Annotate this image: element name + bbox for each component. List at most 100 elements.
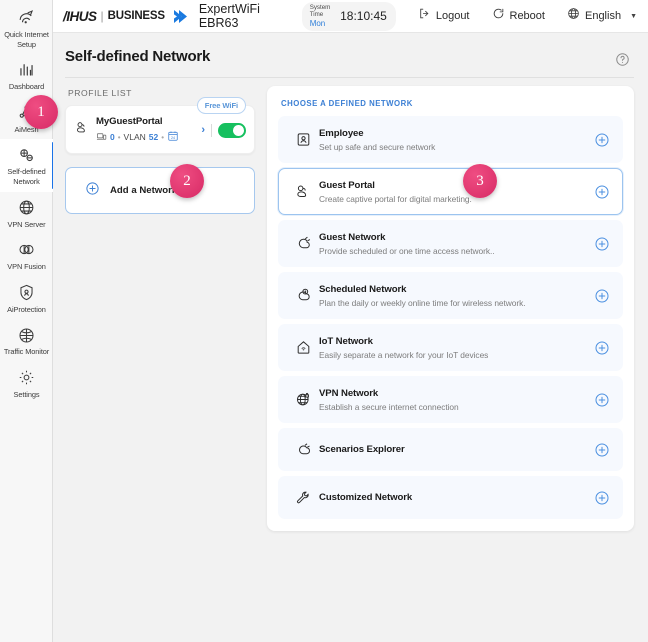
sidebar-item-settings[interactable]: Settings	[0, 362, 53, 405]
sidebar-item-vpn-fusion[interactable]: VPN Fusion	[0, 234, 53, 277]
network-option-employee[interactable]: Employee Set up safe and secure network	[278, 116, 623, 163]
sidebar-item-label: Dashboard	[8, 82, 45, 92]
free-wifi-badge: Free WiFi	[196, 97, 246, 114]
network-option-body: Scheduled Network Plan the daily or week…	[319, 284, 594, 308]
sidebar-item-label: Quick Internet Setup	[4, 30, 49, 49]
language-selector[interactable]: English ▼	[567, 7, 637, 25]
profile-name: MyGuestPortal	[96, 116, 163, 127]
network-option-body: Scenarios Explorer	[319, 444, 594, 455]
network-option-desc: Set up safe and secure network	[319, 141, 436, 152]
guest-portal-icon	[75, 120, 90, 140]
iot-network-icon	[292, 339, 314, 356]
network-option-iot-network[interactable]: IoT Network Easily separate a network fo…	[278, 324, 623, 371]
choose-network-column: CHOOSE A DEFINED NETWORK Employee Set up…	[267, 86, 634, 531]
network-option-title: Customized Network	[319, 492, 413, 503]
reboot-icon	[492, 7, 505, 25]
brand-logo[interactable]: /IHUS | BUSINESS	[63, 9, 189, 24]
page-title: Self-defined Network	[65, 48, 211, 65]
profile-card-actions: ›	[201, 122, 246, 138]
profile-card-body: MyGuestPortal 0 • VLAN 52 • 24	[96, 116, 201, 144]
sidebar-item-quick-internet-setup[interactable]: Quick Internet Setup	[0, 2, 53, 54]
add-network-option-icon[interactable]	[594, 442, 610, 458]
network-option-customized-network[interactable]: Customized Network	[278, 476, 623, 519]
logout-icon	[418, 7, 431, 25]
client-device-icon	[96, 131, 107, 144]
guest-network-icon	[292, 235, 314, 252]
logout-button[interactable]: Logout	[418, 7, 470, 25]
chevron-right-icon	[172, 9, 189, 24]
sidebar-item-traffic-monitor[interactable]: Traffic Monitor	[0, 319, 53, 362]
vlan-id: 52	[148, 132, 159, 142]
step-badge-3: 3	[463, 164, 497, 198]
network-option-title: Employee	[319, 127, 364, 139]
add-network-option-icon[interactable]	[594, 490, 610, 506]
add-network-button[interactable]: Add a Network	[65, 167, 255, 214]
network-option-scenarios-explorer[interactable]: Scenarios Explorer	[278, 428, 623, 471]
dashboard-icon	[2, 60, 51, 80]
add-network-option-icon[interactable]	[594, 288, 610, 304]
logout-label: Logout	[435, 10, 470, 22]
profile-card-myguestportal[interactable]: Free WiFi MyGuestPortal 0 • VLAN 52 • 24…	[65, 97, 255, 154]
network-option-body: Employee Set up safe and secure network	[319, 128, 594, 152]
network-option-desc: Plan the daily or weekly online time for…	[319, 297, 526, 308]
app-root: Quick Internet Setup Dashboard AiMesh Se…	[0, 0, 648, 642]
schedule-24h-icon: 24	[167, 130, 179, 144]
add-network-option-icon[interactable]	[594, 236, 610, 252]
profile-enable-toggle[interactable]	[218, 122, 246, 138]
system-time-clock: 18:10:45	[340, 8, 387, 23]
self-defined-network-icon	[2, 145, 51, 165]
scenarios-explorer-icon	[292, 441, 314, 458]
network-option-scheduled-network[interactable]: Scheduled Network Plan the daily or week…	[278, 272, 623, 319]
add-network-option-icon[interactable]	[594, 184, 610, 200]
meta-dot: •	[161, 132, 165, 142]
network-option-vpn-network[interactable]: VPN Network Establish a secure internet …	[278, 376, 623, 423]
network-option-body: Guest Portal Create captive portal for d…	[319, 180, 594, 204]
add-network-label: Add a Network	[110, 185, 178, 196]
network-option-title: Scheduled Network	[319, 283, 407, 295]
asus-wordmark: /IHUS	[63, 8, 97, 24]
action-divider	[211, 123, 212, 137]
meta-dot: •	[117, 132, 121, 142]
settings-gear-icon	[2, 368, 51, 388]
traffic-monitor-icon	[2, 325, 51, 345]
network-option-desc: Establish a secure internet connection	[319, 401, 459, 412]
step-badge-1: 1	[24, 95, 58, 129]
globe-icon	[567, 7, 580, 25]
business-wordmark: BUSINESS	[107, 10, 165, 22]
brand-separator: |	[100, 9, 104, 23]
network-option-title: IoT Network	[319, 335, 373, 347]
network-option-body: VPN Network Establish a secure internet …	[319, 388, 594, 412]
network-option-guest-network[interactable]: Guest Network Provide scheduled or one t…	[278, 220, 623, 267]
sidebar-item-aiprotection[interactable]: AiProtection	[0, 277, 53, 320]
sidebar-item-vpn-server[interactable]: VPN Server	[0, 192, 53, 235]
guest-portal-icon	[292, 183, 314, 200]
chevron-down-icon: ▼	[630, 12, 637, 20]
add-network-option-icon[interactable]	[594, 340, 610, 356]
network-option-title: Guest Portal	[319, 179, 375, 191]
vpn-network-icon	[292, 391, 314, 408]
step-badge-2: 2	[170, 164, 204, 198]
add-network-option-icon[interactable]	[594, 132, 610, 148]
network-option-desc: Create captive portal for digital market…	[319, 193, 472, 204]
network-option-body: Customized Network	[319, 492, 594, 503]
help-question-icon[interactable]	[615, 52, 630, 67]
network-option-body: Guest Network Provide scheduled or one t…	[319, 232, 594, 256]
language-label: English	[584, 10, 622, 22]
page-content: Self-defined Network PROFILE LIST Free W…	[53, 33, 648, 642]
reboot-button[interactable]: Reboot	[492, 7, 545, 25]
add-network-option-icon[interactable]	[594, 392, 610, 408]
reboot-label: Reboot	[509, 10, 545, 22]
top-bar: /IHUS | BUSINESS ExpertWiFi EBR63 System…	[53, 0, 648, 33]
employee-badge-icon	[292, 131, 314, 148]
plus-circle-icon	[85, 181, 100, 201]
sidebar-item-dashboard[interactable]: Dashboard	[0, 54, 53, 97]
sidebar-item-label: Settings	[13, 389, 40, 399]
sidebar-item-label: VPN Server	[7, 219, 46, 229]
device-model: ExpertWiFi EBR63	[198, 2, 260, 30]
sidebar-item-self-defined-network[interactable]: Self-defined Network	[0, 139, 54, 192]
profile-open-arrow[interactable]: ›	[201, 124, 205, 136]
network-option-guest-portal[interactable]: Guest Portal Create captive portal for d…	[278, 168, 623, 215]
system-time: System Time Mon 18:10:45	[301, 1, 396, 31]
page-header: Self-defined Network	[53, 33, 648, 75]
profile-list-column: PROFILE LIST Free WiFi MyGuestPortal 0 •…	[65, 86, 255, 531]
